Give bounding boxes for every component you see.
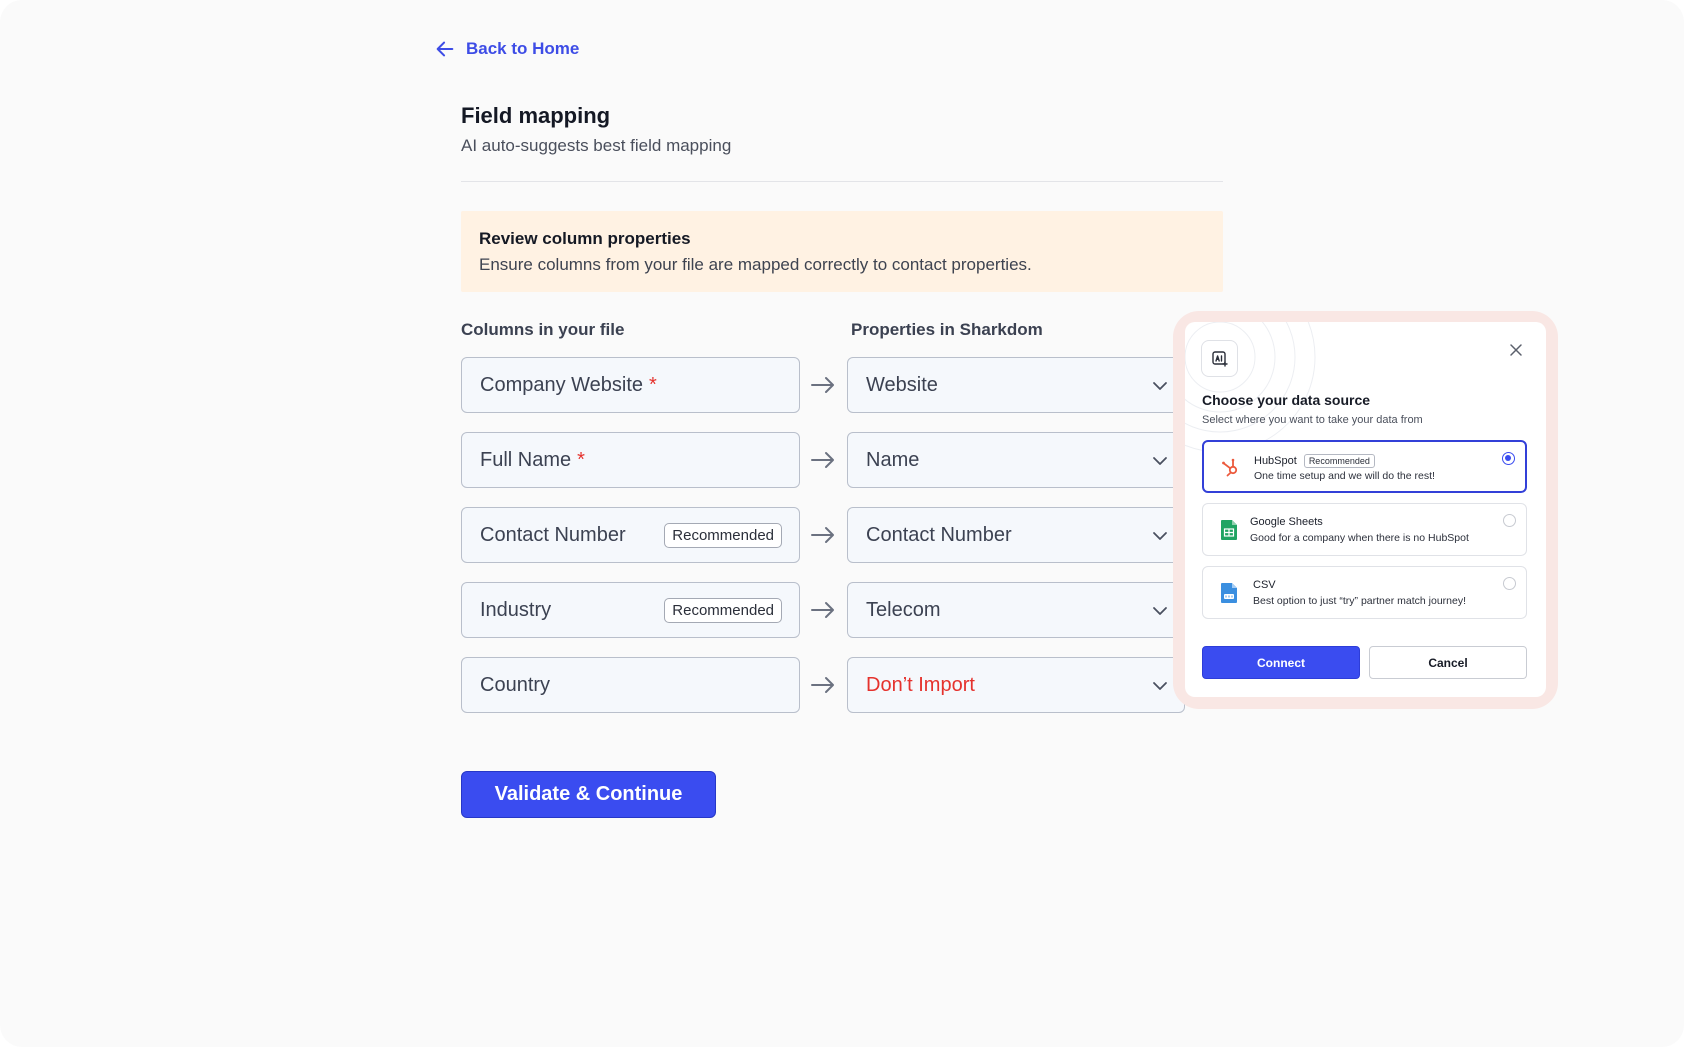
- property-select-value: Don’t Import: [866, 673, 975, 696]
- option-name-row: CSV: [1253, 579, 1276, 591]
- property-select-value: Website: [866, 373, 938, 396]
- property-select-value: Name: [866, 448, 920, 471]
- option-name-row: Google Sheets: [1250, 516, 1323, 528]
- source-column-label: Contact Number: [480, 523, 626, 546]
- option-description: Best option to just “try” partner match …: [1253, 595, 1467, 607]
- option-description: One time setup and we will do the rest!: [1254, 470, 1435, 482]
- connect-button[interactable]: Connect: [1202, 646, 1360, 679]
- data-source-modal: Choose your data source Select where you…: [1185, 322, 1546, 697]
- source-column-field[interactable]: Country: [461, 657, 800, 713]
- modal-title: Choose your data source: [1202, 392, 1371, 408]
- chevron-down-icon: [1153, 607, 1167, 615]
- recommended-badge: Recommended: [1303, 454, 1375, 468]
- notice-title: Review column properties: [479, 229, 691, 248]
- required-asterisk: *: [577, 448, 585, 471]
- validate-continue-button[interactable]: Validate & Continue: [461, 771, 716, 818]
- source-column-label: Industry: [480, 598, 552, 621]
- option-radio[interactable]: [1503, 514, 1516, 527]
- mapping-row: Industry Recommended Telecom: [461, 582, 1185, 638]
- review-notice: Review column properties Ensure columns …: [461, 211, 1223, 292]
- property-select-value: Contact Number: [866, 523, 1012, 546]
- source-column-label: Country: [480, 673, 551, 696]
- source-column-label: Full Name: [480, 448, 572, 471]
- chevron-down-icon: [1153, 457, 1167, 465]
- ai-sparkle-icon-box: [1201, 340, 1238, 377]
- option-radio[interactable]: [1502, 452, 1515, 465]
- csv-file-icon: [1221, 583, 1237, 603]
- ai-sparkle-icon: [1211, 350, 1228, 367]
- back-to-home-link[interactable]: Back to Home: [434, 38, 579, 60]
- source-column-field[interactable]: Contact Number Recommended: [461, 507, 800, 563]
- recommended-badge: Recommended: [664, 598, 782, 623]
- property-select-value: Telecom: [866, 598, 941, 621]
- cancel-button[interactable]: Cancel: [1369, 646, 1527, 679]
- modal-subtitle: Select where you want to take your data …: [1202, 414, 1423, 426]
- mapping-row: Full Name * Name: [461, 432, 1185, 488]
- option-name: Google Sheets: [1250, 516, 1323, 528]
- mapping-row: Contact Number Recommended Contact Numbe…: [461, 507, 1185, 563]
- arrow-right-icon: [811, 452, 834, 468]
- page-title: Field mapping: [461, 103, 611, 128]
- property-select[interactable]: Telecom: [847, 582, 1185, 638]
- property-select[interactable]: Contact Number: [847, 507, 1185, 563]
- google-sheets-icon: [1221, 520, 1237, 540]
- option-google-sheets[interactable]: Google Sheets Good for a company when th…: [1202, 503, 1527, 556]
- back-to-home-label: Back to Home: [466, 39, 580, 58]
- hubspot-icon: [1222, 458, 1238, 477]
- arrow-right-icon: [811, 527, 834, 543]
- arrow-right-icon: [811, 377, 834, 393]
- source-column-field[interactable]: Company Website *: [461, 357, 800, 413]
- option-csv[interactable]: CSV Best option to just “try” partner ma…: [1202, 566, 1527, 619]
- close-icon[interactable]: [1508, 342, 1524, 358]
- option-name-row: HubSpot Recommended: [1254, 454, 1375, 468]
- option-description: Good for a company when there is no HubS…: [1250, 532, 1469, 544]
- page-subtitle: AI auto-suggests best field mapping: [461, 136, 732, 155]
- property-select[interactable]: Name: [847, 432, 1185, 488]
- arrow-right-icon: [811, 677, 834, 693]
- option-name: CSV: [1253, 579, 1276, 591]
- option-hubspot[interactable]: HubSpot Recommended One time setup and w…: [1202, 440, 1527, 493]
- property-select[interactable]: Don’t Import: [847, 657, 1185, 713]
- option-radio[interactable]: [1503, 577, 1516, 590]
- required-asterisk: *: [649, 373, 657, 396]
- arrow-right-icon: [811, 602, 834, 618]
- source-column-field[interactable]: Full Name *: [461, 432, 800, 488]
- mapping-row: Company Website * Website: [461, 357, 1185, 413]
- arrow-left-icon: [436, 41, 454, 57]
- chevron-down-icon: [1153, 532, 1167, 540]
- option-name: HubSpot: [1254, 455, 1297, 467]
- notice-text: Ensure columns from your file are mapped…: [479, 255, 1032, 274]
- columns-in-file-header: Columns in your file: [461, 320, 625, 339]
- chevron-down-icon: [1153, 382, 1167, 390]
- properties-header: Properties in Sharkdom: [851, 320, 1043, 339]
- source-column-label: Company Website: [480, 373, 644, 396]
- chevron-down-icon: [1153, 682, 1167, 690]
- recommended-badge: Recommended: [664, 523, 782, 548]
- page: Back to Home Field mapping AI auto-sugge…: [0, 0, 1684, 1047]
- mapping-row: Country Don’t Import: [461, 657, 1185, 713]
- header-divider: [461, 181, 1223, 182]
- property-select[interactable]: Website: [847, 357, 1185, 413]
- source-column-field[interactable]: Industry Recommended: [461, 582, 800, 638]
